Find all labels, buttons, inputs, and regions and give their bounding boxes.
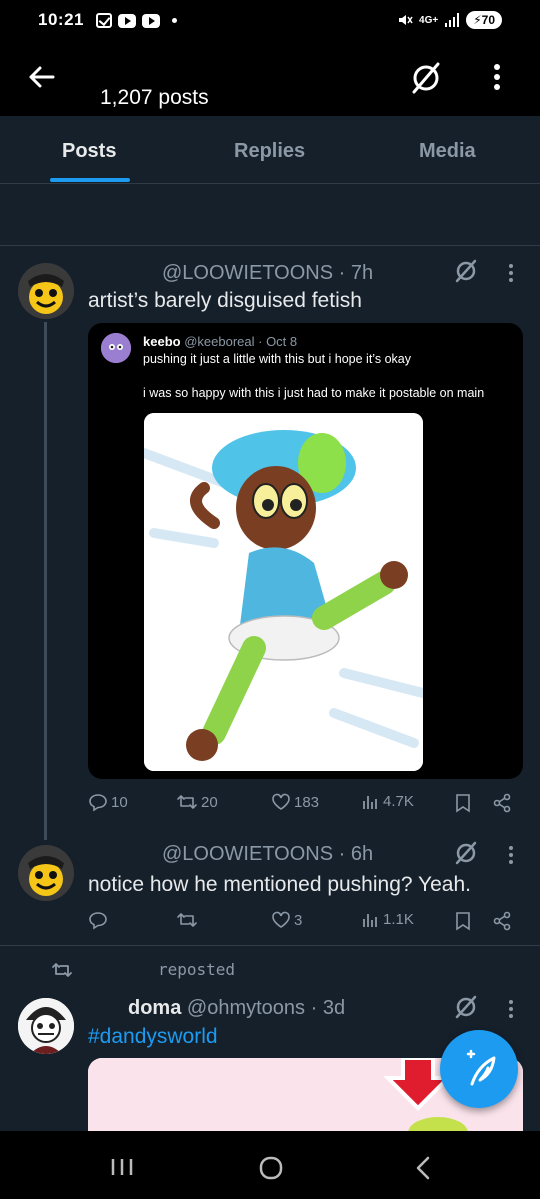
- battery-level: 70: [481, 13, 495, 27]
- tweet-text: notice how he mentioned pushing? Yeah.: [88, 873, 471, 896]
- quote-author-handle: @keeboreal: [184, 334, 255, 349]
- like-button[interactable]: 183: [271, 792, 319, 812]
- profile-header: 1,207 posts: [0, 40, 540, 116]
- divider: [0, 245, 540, 246]
- status-bar: 10:21 4G+ ⚡70: [0, 0, 540, 40]
- quote-author: keebo @keeboreal · Oct 8: [143, 334, 297, 349]
- divider: [0, 945, 540, 946]
- more-notifications-dot-icon: [172, 18, 177, 23]
- tweet-actions: 3 1.1K: [88, 910, 518, 934]
- checkbox-notification-icon: [96, 13, 112, 28]
- repost-count: 20: [201, 793, 218, 811]
- hashtag-link[interactable]: #dandysworld: [88, 1025, 218, 1049]
- repost-button[interactable]: 20: [176, 792, 218, 812]
- more-options-icon[interactable]: [506, 998, 516, 1020]
- reply-count: 10: [111, 793, 128, 811]
- youtube-notification-icon: [118, 13, 136, 28]
- tweet-author-name[interactable]: doma: [128, 997, 181, 1019]
- compose-feather-icon: [466, 1049, 496, 1086]
- views-button[interactable]: 4.7K: [362, 792, 414, 810]
- views-icon: [363, 796, 377, 809]
- quoted-tweet[interactable]: keebo @keeboreal · Oct 8 pushing it just…: [88, 323, 523, 779]
- share-icon[interactable]: [492, 793, 512, 813]
- reply-icon: [89, 912, 107, 930]
- recent-apps-icon[interactable]: [110, 1157, 134, 1177]
- quote-image[interactable]: [144, 413, 423, 771]
- grok-icon[interactable]: [453, 840, 479, 866]
- tweet-handle[interactable]: @LOOWIETOONS: [162, 262, 333, 284]
- repost-icon: [177, 913, 197, 927]
- tweet-time: · 6h: [338, 843, 374, 865]
- tweet-handle-row: @LOOWIETOONS · 6h: [162, 843, 373, 866]
- repost-icon: [52, 963, 72, 977]
- grok-icon[interactable]: [453, 258, 479, 284]
- youtube-notification-icon-2: [142, 13, 160, 28]
- quote-text-line-1: pushing it just a little with this but i…: [143, 352, 411, 366]
- repost-button[interactable]: [176, 910, 201, 930]
- grok-icon[interactable]: [453, 994, 479, 1020]
- tweet-handle-row: @LOOWIETOONS · 7h: [162, 262, 373, 285]
- quote-time: · Oct 8: [258, 334, 298, 349]
- avatar-image: [18, 263, 74, 319]
- quote-avatar: [101, 333, 131, 363]
- system-nav-bar: [0, 1131, 540, 1199]
- tweet-time: · 3d: [310, 997, 346, 1019]
- avatar-image: [18, 998, 74, 1054]
- tweet-time: · 7h: [338, 262, 374, 284]
- reply-button[interactable]: 10: [88, 792, 128, 812]
- avatar[interactable]: [18, 263, 74, 319]
- like-count: 183: [294, 793, 320, 811]
- network-type: 4G+: [419, 14, 439, 26]
- tweet-handle-row: doma @ohmytoons · 3d: [128, 997, 345, 1020]
- views-count: 4.7K: [383, 792, 414, 810]
- tweet-actions: 10 20 183 4.7K: [88, 792, 518, 816]
- bookmark-icon[interactable]: [454, 793, 472, 813]
- tab-replies[interactable]: Replies: [234, 140, 305, 163]
- reply-button[interactable]: [88, 910, 111, 930]
- avatar-image: [18, 845, 74, 901]
- views-icon: [363, 914, 377, 927]
- tweet-text: artist’s barely disguised fetish: [88, 289, 362, 312]
- battery-indicator: ⚡70: [466, 11, 502, 29]
- like-button[interactable]: 3: [271, 910, 302, 930]
- views-count: 1.1K: [383, 910, 414, 928]
- quote-text-line-2: i was so happy with this i just had to m…: [143, 386, 485, 400]
- back-nav-icon[interactable]: [412, 1155, 434, 1181]
- more-options-icon[interactable]: [490, 62, 504, 92]
- signal-icon: [445, 13, 460, 27]
- repost-icon: [177, 795, 197, 809]
- tweet-handle[interactable]: @ohmytoons: [187, 997, 305, 1019]
- more-options-icon[interactable]: [506, 262, 516, 284]
- tab-media[interactable]: Media: [419, 140, 476, 163]
- heart-icon: [272, 793, 290, 810]
- repost-label: reposted: [158, 960, 236, 979]
- mute-icon: [399, 15, 413, 25]
- like-count: 3: [294, 911, 303, 929]
- heart-icon: [272, 911, 290, 928]
- thread-line: [44, 322, 47, 840]
- views-button[interactable]: 1.1K: [362, 910, 414, 928]
- more-options-icon[interactable]: [506, 844, 516, 866]
- reply-icon: [89, 794, 107, 812]
- illustration: [144, 413, 423, 771]
- system-icons: 4G+ ⚡70: [397, 11, 502, 29]
- profile-tabs: Posts Replies Media: [0, 116, 540, 184]
- back-arrow-icon[interactable]: [26, 62, 56, 92]
- avatar[interactable]: [18, 845, 74, 901]
- home-icon[interactable]: [258, 1155, 284, 1181]
- post-count: 1,207 posts: [100, 86, 209, 109]
- avatar[interactable]: [18, 998, 74, 1054]
- tweet-handle[interactable]: @LOOWIETOONS: [162, 843, 333, 865]
- quote-author-name: keebo: [143, 334, 181, 349]
- share-icon[interactable]: [492, 911, 512, 931]
- status-time: 10:21: [38, 10, 84, 29]
- bookmark-icon[interactable]: [454, 911, 472, 931]
- compose-post-button[interactable]: [440, 1030, 518, 1108]
- grok-icon[interactable]: [408, 60, 444, 96]
- active-tab-indicator: [50, 178, 130, 182]
- tab-posts[interactable]: Posts: [62, 140, 116, 163]
- notification-icons: [96, 13, 177, 28]
